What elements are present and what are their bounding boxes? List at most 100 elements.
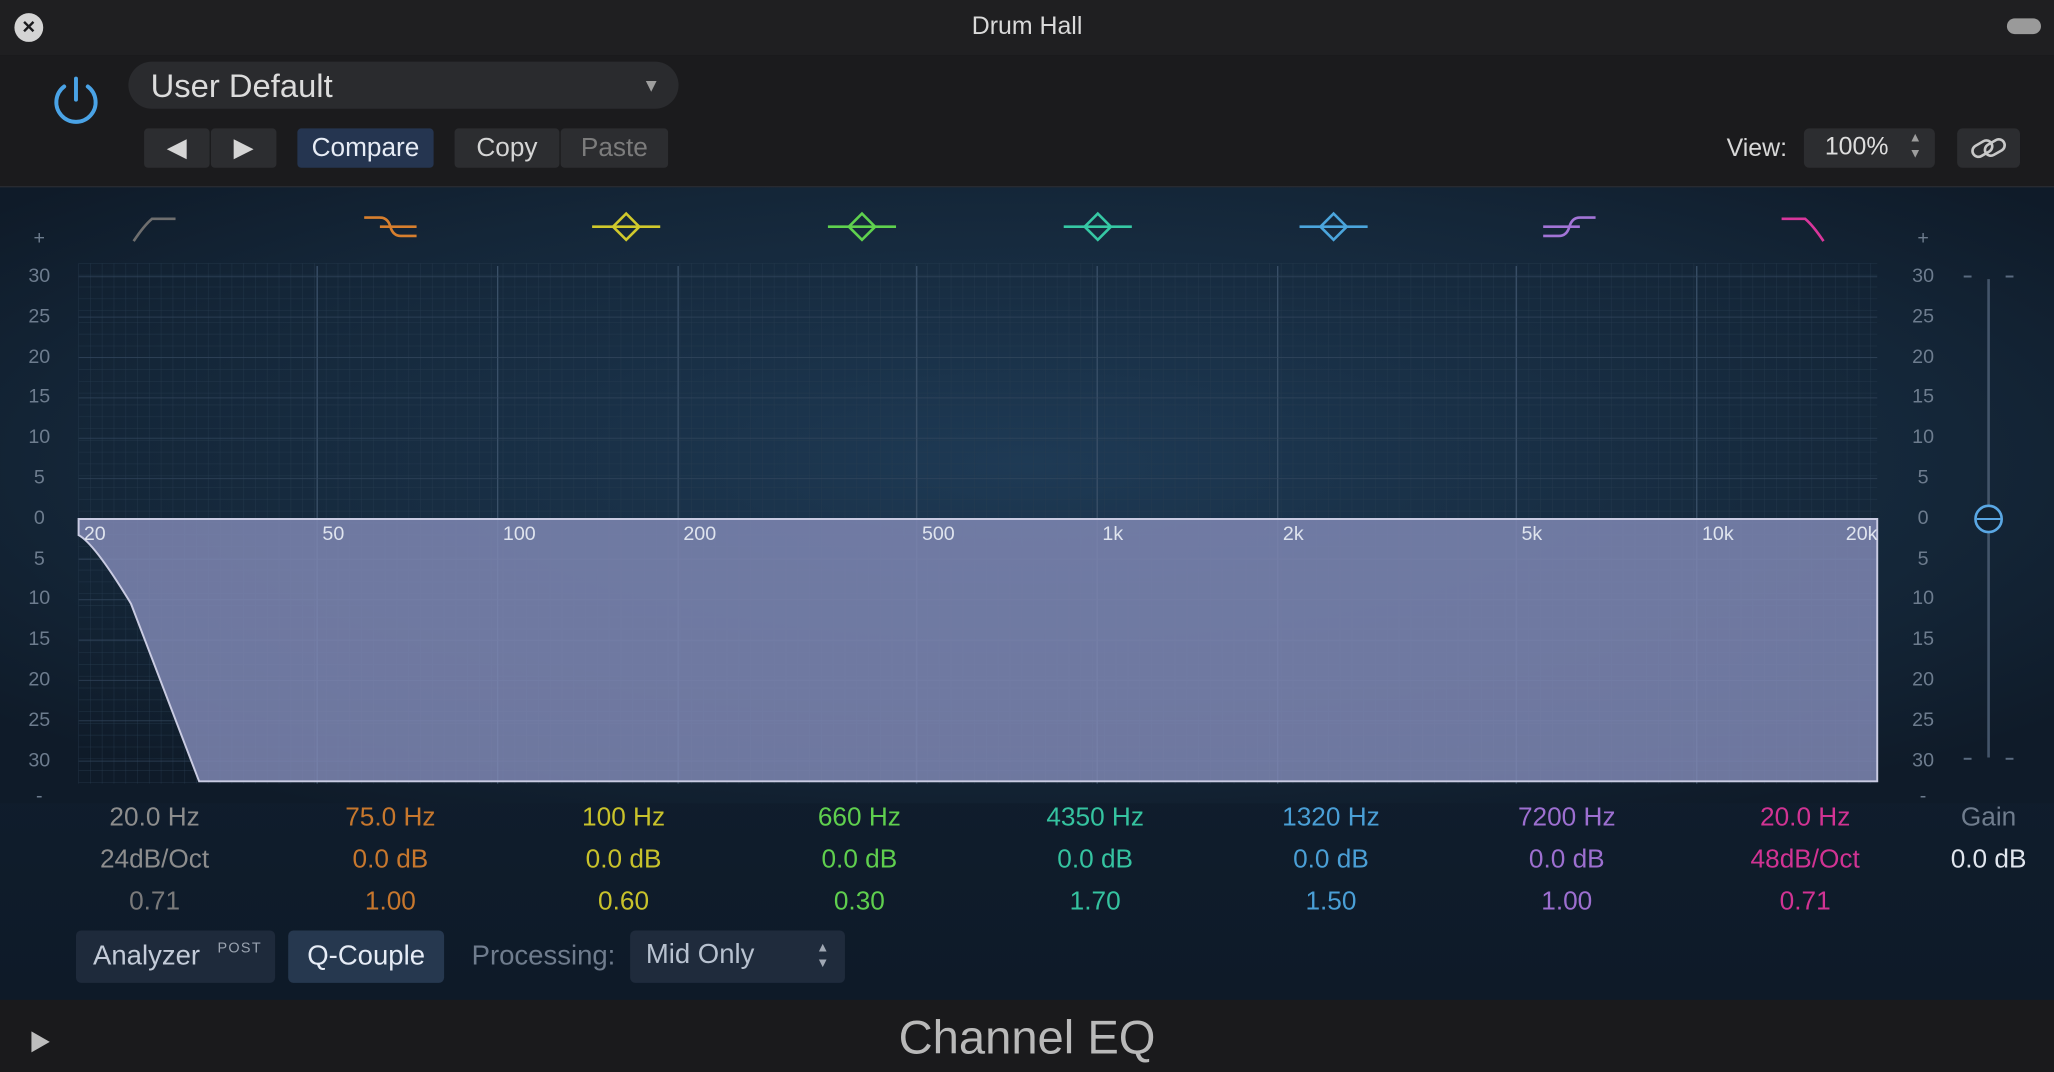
band-7-freq-value[interactable]: 7200 Hz [1462, 797, 1672, 839]
plugin-header: User Default ▼ ◀ ▶ Compare Copy Paste Vi… [0, 55, 2054, 188]
db-tick-label: 15 [28, 627, 51, 651]
plugin-footer: Channel EQ [0, 999, 2054, 1072]
db-tick-label: + [1917, 226, 1929, 249]
eq-graph[interactable] [0, 187, 2054, 804]
gain-parameter[interactable]: Gain 0.0 dB [1936, 797, 2041, 881]
db-tick-label: 25 [28, 305, 51, 328]
processing-label: Processing: [471, 940, 616, 972]
band-7-highshelf-icon[interactable] [1533, 206, 1606, 248]
band-5-parameters: 4350 Hz 0.0 dB 1.70 [990, 797, 1200, 923]
gain-value[interactable]: 0.0 dB [1936, 839, 2041, 881]
title-bar: × Drum Hall [0, 0, 2054, 56]
link-button[interactable] [1957, 128, 2021, 168]
band-6-gain-value[interactable]: 0.0 dB [1226, 839, 1436, 881]
band-3-q-value[interactable]: 0.60 [519, 881, 729, 923]
db-tick-label: 25 [1912, 305, 1935, 328]
db-tick-label: 5 [33, 547, 45, 570]
frequency-tick-label: 100 [502, 522, 536, 546]
band-5-q-value[interactable]: 1.70 [990, 881, 1200, 923]
compare-button[interactable]: Compare [297, 128, 434, 168]
bottom-controls: Analyzer POST Q-Couple Processing: Mid O… [0, 928, 2054, 1000]
link-icon [1971, 138, 2006, 159]
frequency-tick-label: 50 [322, 522, 345, 546]
band-8-freq-value[interactable]: 20.0 Hz [1700, 797, 1910, 839]
view-zoom-value: 100% [1824, 133, 1889, 162]
band-6-freq-value[interactable]: 1320 Hz [1226, 797, 1436, 839]
analyzer-button[interactable]: Analyzer POST [75, 930, 276, 983]
band-4-q-value[interactable]: 0.30 [755, 881, 965, 923]
band-8-parameters: 20.0 Hz 48dB/Oct 0.71 [1700, 797, 1910, 923]
band-2-freq-value[interactable]: 75.0 Hz [286, 797, 496, 839]
processing-select[interactable]: Mid Only ▲ ▼ [630, 930, 845, 983]
preset-menu[interactable]: User Default ▼ [128, 61, 679, 109]
db-tick-label: 20 [28, 668, 51, 691]
band-7-parameters: 7200 Hz 0.0 dB 1.00 [1462, 797, 1672, 923]
next-preset-button[interactable]: ▶ [210, 128, 277, 168]
db-tick-label: 15 [1912, 627, 1935, 651]
db-tick-label: 20 [28, 345, 51, 368]
band-3-parameters: 100 Hz 0.0 dB 0.60 [519, 797, 729, 923]
band-7-gain-value[interactable]: 0.0 dB [1462, 839, 1672, 881]
db-tick-label: 10 [1912, 587, 1935, 610]
frequency-tick-label: 10k [1701, 522, 1734, 546]
analyzer-post-badge: POST [217, 940, 262, 957]
band-5-bell-icon[interactable] [1061, 206, 1134, 248]
band-4-gain-value[interactable]: 0.0 dB [755, 839, 965, 881]
window-pill-icon[interactable] [2006, 18, 2041, 35]
frequency-tick-label: 1k [1102, 522, 1124, 546]
db-tick-label: 20 [1912, 668, 1935, 691]
band-6-q-value[interactable]: 1.50 [1226, 881, 1436, 923]
band-2-lowshelf-icon[interactable] [354, 206, 427, 248]
view-label: View: [1726, 134, 1788, 163]
band-3-gain-value[interactable]: 0.0 dB [519, 839, 729, 881]
db-tick-label: 25 [28, 708, 51, 731]
db-tick-label: 10 [28, 587, 51, 610]
frequency-tick-label: 5k [1521, 522, 1543, 546]
band-4-freq-value[interactable]: 660 Hz [755, 797, 965, 839]
band-1-freq-value[interactable]: 20.0 Hz [50, 797, 260, 839]
band-1-parameters: 20.0 Hz 24dB/Oct 0.71 [50, 797, 260, 923]
frequency-tick-label: 200 [683, 522, 717, 546]
band-4-bell-icon[interactable] [825, 206, 898, 248]
band-7-q-value[interactable]: 1.00 [1462, 881, 1672, 923]
analyzer-label: Analyzer [93, 940, 201, 972]
band-8-gain-value[interactable]: 48dB/Oct [1700, 839, 1910, 881]
copy-button[interactable]: Copy [454, 128, 560, 168]
eq-panel: +30 25 20 15 10 5 0 5 10 15 20 25 30- +30 25 20 15 10 5 0 5… [0, 187, 2054, 1000]
power-icon[interactable] [47, 73, 105, 131]
band-6-bell-icon[interactable] [1297, 206, 1370, 248]
band-4-parameters: 660 Hz 0.0 dB 0.30 [755, 797, 965, 923]
stepper-arrows-icon: ▲ ▼ [816, 940, 830, 972]
q-couple-button[interactable]: Q-Couple [288, 930, 445, 983]
db-tick-label: + [33, 226, 46, 249]
band-3-freq-value[interactable]: 100 Hz [519, 797, 729, 839]
band-2-gain-value[interactable]: 0.0 dB [286, 839, 496, 881]
db-tick-label: 15 [28, 385, 51, 409]
db-tick-label: 10 [1912, 426, 1935, 449]
band-8-highcut-icon[interactable] [1768, 206, 1841, 248]
window-title: Drum Hall [971, 13, 1083, 41]
band-8-q-value[interactable]: 0.71 [1700, 881, 1910, 923]
plugin-name: Channel EQ [898, 1010, 1156, 1065]
band-5-freq-value[interactable]: 4350 Hz [990, 797, 1200, 839]
db-tick-label: 5 [33, 466, 45, 489]
stepper-arrows-icon: ▲ ▼ [1908, 131, 1922, 162]
channel-eq-window: × Drum Hall User Default ▼ ◀ ▶ Compare C… [0, 0, 2054, 1072]
db-tick-label: 25 [1912, 708, 1935, 731]
frequency-tick-label: 500 [921, 522, 955, 546]
band-1-gain-value[interactable]: 24dB/Oct [50, 839, 260, 881]
band-1-lowcut-icon[interactable] [118, 206, 191, 248]
db-tick-label: 20 [1912, 345, 1935, 368]
band-5-gain-value[interactable]: 0.0 dB [990, 839, 1200, 881]
previous-preset-button[interactable]: ◀ [144, 128, 210, 168]
band-3-bell-icon[interactable] [590, 206, 663, 248]
chevron-down-icon: ▼ [642, 74, 661, 96]
band-1-q-value[interactable]: 0.71 [50, 881, 260, 923]
view-zoom-select[interactable]: 100% ▲ ▼ [1803, 128, 1935, 168]
paste-button[interactable]: Paste [560, 128, 669, 168]
frequency-tick-label: 20k [1845, 522, 1878, 546]
band-2-q-value[interactable]: 1.00 [286, 881, 496, 923]
db-tick-label: 0 [33, 506, 45, 530]
db-tick-label: 5 [1917, 466, 1929, 489]
frequency-tick-label: 20 [83, 522, 106, 546]
